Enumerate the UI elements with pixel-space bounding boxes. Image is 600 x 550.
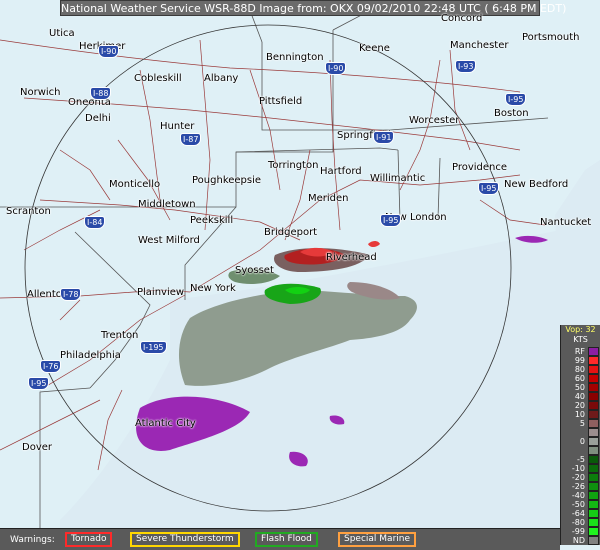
city-label: Hartford <box>320 166 362 177</box>
interstate-shield-icon: I-90 <box>325 62 347 75</box>
legend-color-swatch <box>588 383 599 392</box>
city-label: Peekskill <box>190 215 234 226</box>
legend-color-swatch <box>588 455 599 464</box>
legend-color-swatch <box>588 419 599 428</box>
legend-color-swatch <box>588 500 599 509</box>
legend-color-swatch <box>588 518 599 527</box>
legend-color-swatch <box>588 509 599 518</box>
city-label: Dover <box>22 442 52 453</box>
legend-color-swatch <box>588 527 599 536</box>
city-label: Scranton <box>6 206 51 217</box>
city-label: New York <box>190 283 236 294</box>
city-label: Bridgeport <box>264 227 318 238</box>
city-label: Nantucket <box>540 217 592 228</box>
city-label: Hunter <box>160 121 195 132</box>
city-label: Cobleskill <box>134 73 182 84</box>
interstate-shield-icon: I-78 <box>60 288 82 301</box>
interstate-shield-icon: I-95 <box>505 93 527 106</box>
interstate-shield-icon: I-88 <box>90 87 112 100</box>
city-label: Albany <box>204 73 239 84</box>
city-label: Plainview <box>137 287 185 298</box>
city-label: Middletown <box>138 199 196 210</box>
legend-color-swatch <box>588 446 599 455</box>
warnings-bar: Warnings: Tornado Severe Thunderstorm Fl… <box>0 528 560 550</box>
legend-color-swatch <box>588 374 599 383</box>
city-label: Torrington <box>268 160 319 171</box>
special-marine-warning-chip: Special Marine <box>338 532 417 547</box>
city-label: Worcester <box>409 115 460 126</box>
city-label: Atlantic City <box>135 418 196 429</box>
interstate-shield-icon: I-91 <box>373 131 395 144</box>
legend-color-swatch <box>588 392 599 401</box>
legend-color-swatch <box>588 491 599 500</box>
legend-color-swatch <box>588 410 599 419</box>
legend-color-swatch <box>588 356 599 365</box>
city-label: Concord <box>441 13 483 24</box>
radar-image: National Weather Service WSR-88D Image f… <box>0 0 600 550</box>
interstate-shield-icon: I-84 <box>84 216 106 229</box>
legend-entry-label: ND <box>572 536 585 545</box>
city-label: New Bedford <box>504 179 569 190</box>
city-label: Boston <box>494 108 529 119</box>
city-label: Delhi <box>85 113 111 124</box>
legend-color-swatch <box>588 482 599 491</box>
interstate-shield-icon: I-95 <box>380 214 402 227</box>
interstate-shield-icon: I-95 <box>478 182 500 195</box>
city-label: Bennington <box>266 52 324 63</box>
legend-color-swatch <box>588 437 599 446</box>
warnings-label: Warnings: <box>10 535 55 545</box>
city-label: Meriden <box>308 193 349 204</box>
city-label: Norwich <box>20 87 61 98</box>
city-label: Keene <box>359 43 390 54</box>
legend-color-swatch <box>588 401 599 410</box>
severe-thunderstorm-warning-chip: Severe Thunderstorm <box>130 532 240 547</box>
city-label: Utica <box>49 28 75 39</box>
city-label: Riverhead <box>326 252 377 263</box>
interstate-shield-icon: I-76 <box>40 360 62 373</box>
legend-color-swatch <box>588 473 599 482</box>
interstate-shield-icon: I-93 <box>455 60 477 73</box>
city-label: Trenton <box>101 330 139 341</box>
interstate-shield-icon: I-90 <box>98 45 120 58</box>
city-label: West Milford <box>138 235 200 246</box>
city-label: Philadelphia <box>60 350 121 361</box>
city-label: Portsmouth <box>522 32 580 43</box>
legend-entry: ND <box>561 536 600 546</box>
city-label: Monticello <box>109 179 161 190</box>
interstate-shield-icon: I-195 <box>140 341 167 354</box>
legend-color-swatch <box>588 365 599 374</box>
interstate-shield-icon: I-95 <box>28 377 50 390</box>
city-label: Syosset <box>235 265 274 276</box>
interstate-shield-icon: I-87 <box>180 133 202 146</box>
legend-color-swatch <box>588 347 599 356</box>
legend-color-swatch <box>588 536 599 545</box>
city-label: Manchester <box>450 40 509 51</box>
flash-flood-warning-chip: Flash Flood <box>255 532 318 547</box>
city-label: Poughkeepsie <box>192 175 262 186</box>
radar-map <box>0 0 600 550</box>
legend-color-swatch <box>588 428 599 437</box>
city-label: Providence <box>452 162 508 173</box>
city-label: Pittsfield <box>259 96 303 107</box>
legend-color-swatch <box>588 464 599 473</box>
velocity-color-legend: Vop: 32 KTS RF 99 80 60 50 40 20 10 5 0 -5 -10 -20 -2… <box>560 325 600 545</box>
tornado-warning-chip: Tornado <box>65 532 113 547</box>
city-label: Willimantic <box>370 173 426 184</box>
legend-unit: KTS <box>573 335 588 344</box>
legend-title: Vop: 32 <box>565 325 596 334</box>
